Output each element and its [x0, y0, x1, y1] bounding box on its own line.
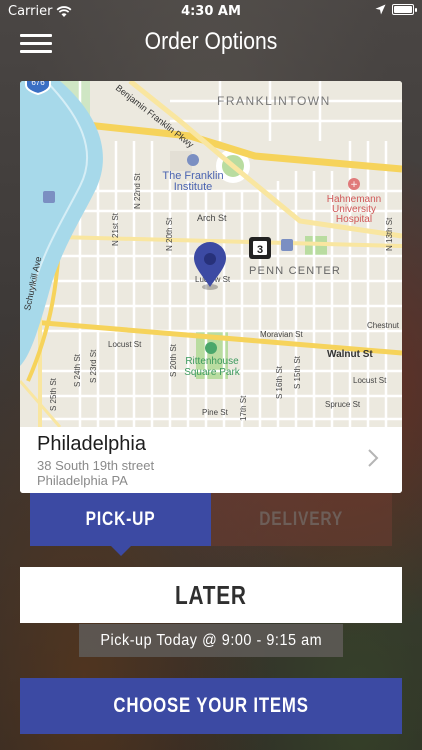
map-label-s17th: 17th St — [239, 395, 248, 421]
location-card: 676 + 3 FRANKLINTOWN Benjamin Franklin P… — [20, 81, 402, 493]
map-label-n22nd: N 22nd St — [133, 173, 142, 209]
choose-items-button[interactable]: CHOOSE YOUR ITEMS — [20, 678, 402, 734]
map-label-walnut: Walnut St — [327, 349, 373, 360]
status-bar: Carrier 4:30 AM — [0, 0, 422, 22]
page-title: Order Options — [144, 28, 278, 55]
map-label-rittenhouse-1: Rittenhouse — [185, 356, 239, 367]
map-label-chestnut: Chestnut — [367, 321, 400, 330]
later-button[interactable]: LATER — [20, 567, 402, 623]
status-right — [375, 4, 417, 15]
tab-pickup-label: PICK-UP — [85, 508, 156, 530]
map-label-highway: 676 — [31, 81, 45, 87]
status-time: 4:30 AM — [181, 4, 241, 19]
map-label-s24th: S 24th St — [73, 353, 82, 387]
map-label-n21st: N 21st St — [111, 212, 120, 246]
chevron-right-icon — [368, 449, 379, 467]
map-label-franklin-institute-2: Institute — [174, 181, 213, 193]
location-row[interactable]: Philadelphia 38 South 19th street Philad… — [20, 427, 402, 493]
location-city: Philadelphia PA — [37, 473, 128, 488]
map-label-franklintown: FRANKLINTOWN — [217, 94, 331, 108]
choose-items-label: CHOOSE YOUR ITEMS — [113, 694, 309, 717]
map-label-station: 3 — [257, 244, 263, 256]
tab-pickup[interactable]: PICK-UP — [30, 493, 211, 546]
map-label-n13th: N 13th St — [385, 217, 394, 251]
map-label-moravian: Moravian St — [260, 330, 303, 339]
map-label-s23rd: S 23rd St — [89, 349, 98, 383]
pickup-time-label: Pick-up Today @ 9:00 - 9:15 am — [100, 631, 322, 649]
map-label-s16th: S 16th St — [275, 365, 284, 399]
map-label-spruce: Spruce St — [325, 400, 361, 409]
nav-bar: Order Options — [0, 22, 422, 66]
map-label-s20th: S 20th St — [169, 343, 178, 377]
transit-icon-2 — [281, 239, 293, 251]
map-label-n20th: N 20th St — [165, 217, 174, 251]
tab-delivery-label: DELIVERY — [259, 508, 344, 530]
map-label-arch: Arch St — [197, 213, 227, 223]
battery-fill — [394, 6, 412, 13]
location-arrow-icon — [375, 4, 386, 15]
park-area — [305, 236, 327, 256]
map-svg: 676 + 3 FRANKLINTOWN Benjamin Franklin P… — [20, 81, 402, 427]
battery-icon — [392, 4, 417, 15]
museum-icon — [187, 154, 199, 166]
pickup-time-badge: Pick-up Today @ 9:00 - 9:15 am — [79, 624, 343, 657]
map-label-penn-center: PENN CENTER — [249, 265, 341, 277]
tab-delivery[interactable]: DELIVERY — [211, 493, 392, 546]
map-label-locust-left: Locust St — [108, 340, 142, 349]
map-label-hahnemann-3: Hospital — [336, 214, 372, 225]
tab-selected-pointer — [111, 546, 131, 556]
map-view[interactable]: 676 + 3 FRANKLINTOWN Benjamin Franklin P… — [20, 81, 402, 427]
location-address: 38 South 19th street — [37, 458, 155, 473]
map-label-s15th: S 15th St — [293, 355, 302, 389]
location-name: Philadelphia — [37, 433, 146, 455]
map-label-locust-right: Locust St — [353, 376, 387, 385]
later-label: LATER — [175, 579, 247, 610]
map-label-rittenhouse-2: Square Park — [184, 367, 241, 378]
map-label-pine: Pine St — [202, 408, 229, 417]
svg-text:+: + — [350, 180, 358, 190]
map-label-s25th: S 25th St — [49, 377, 58, 411]
transit-icon — [43, 191, 55, 203]
park-poi-icon — [205, 342, 217, 354]
